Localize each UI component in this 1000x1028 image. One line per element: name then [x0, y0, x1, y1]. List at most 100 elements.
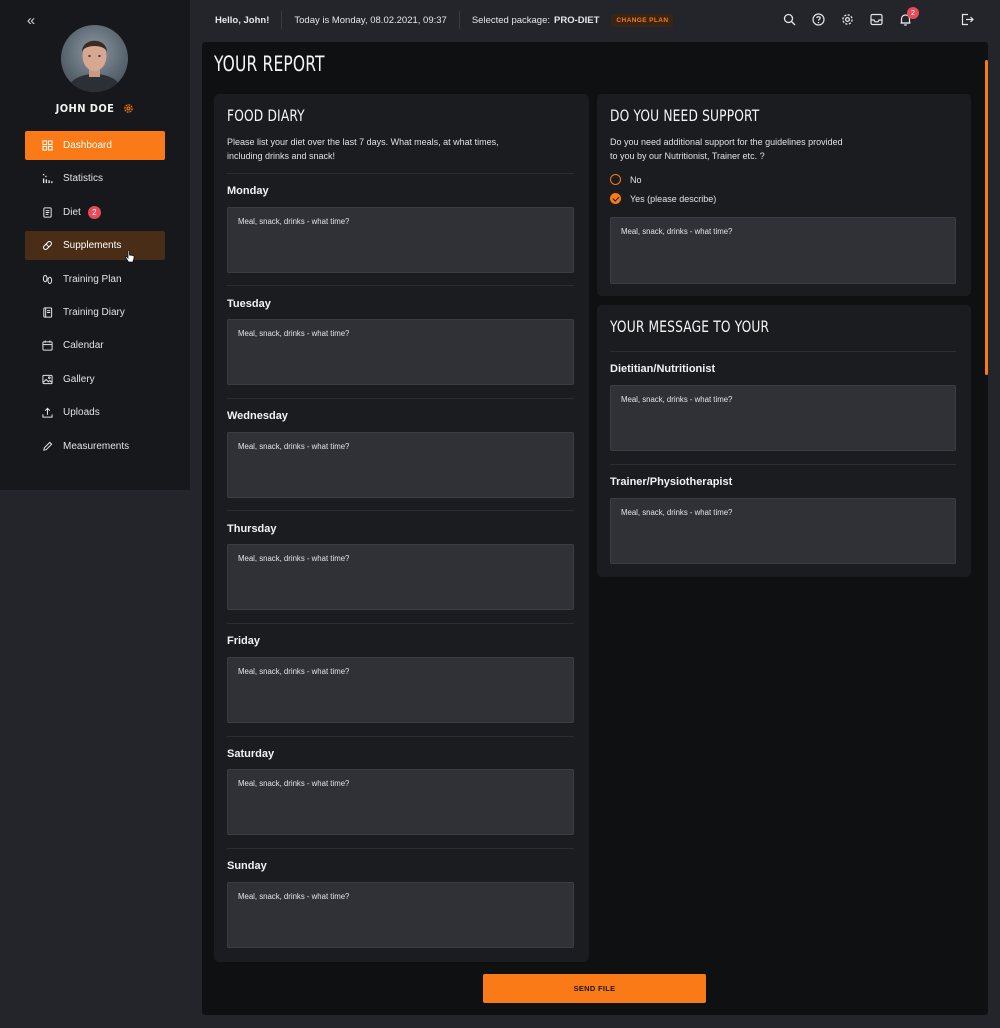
logout-icon[interactable]: [961, 13, 974, 26]
recipient-label-trainer: Trainer/Physiotherapist: [610, 476, 733, 488]
day-label-monday: Monday: [227, 185, 269, 197]
sidebar-item-calendar[interactable]: Calendar: [25, 331, 165, 360]
calendar-icon: [42, 340, 53, 351]
sidebar-item-training-plan[interactable]: Training Plan: [25, 265, 165, 294]
wednesday-textarea[interactable]: Meal, snack, drinks - what time?: [227, 432, 574, 498]
monday-textarea[interactable]: Meal, snack, drinks - what time?: [227, 207, 574, 273]
divider: [227, 736, 574, 737]
day-label-friday: Friday: [227, 635, 261, 647]
sidebar-item-measurements[interactable]: Measurements: [25, 432, 165, 461]
sidebar-item-label: Uploads: [63, 407, 100, 419]
friday-textarea[interactable]: Meal, snack, drinks - what time?: [227, 657, 574, 723]
topbar-divider: [458, 11, 460, 29]
day-label-sunday: Sunday: [227, 860, 267, 872]
divider: [610, 351, 956, 352]
support-card: DO YOU NEED SUPPORT Do you need addition…: [597, 94, 971, 296]
food-diary-description-line-1: Please list your diet over the last 7 da…: [227, 137, 499, 147]
sidebar-item-label: Calendar: [63, 340, 104, 352]
notification-count-badge: 2: [907, 7, 919, 19]
user-name: JOHN DOE: [55, 101, 115, 115]
radio-label: Yes (please describe): [630, 193, 717, 204]
package-value: PRO-DIET: [554, 14, 600, 26]
image-icon: [42, 374, 53, 384]
support-description-line-1: Do you need additional support for the g…: [610, 137, 843, 147]
inbox-icon[interactable]: [870, 13, 883, 26]
greeting: Hello, John!: [215, 14, 270, 26]
support-option-yes[interactable]: Yes (please describe): [610, 193, 716, 204]
day-label-tuesday: Tuesday: [227, 298, 271, 310]
tuesday-textarea[interactable]: Meal, snack, drinks - what time?: [227, 319, 574, 385]
sidebar-item-label: Measurements: [63, 440, 130, 452]
sidebar-item-diet[interactable]: Diet 2: [25, 198, 165, 227]
sidebar-item-label: Training Plan: [63, 273, 122, 285]
thursday-textarea[interactable]: Meal, snack, drinks - what time?: [227, 544, 574, 610]
sidebar-item-label: Statistics: [63, 173, 104, 185]
support-description-line-2: to you by our Nutritionist, Trainer etc.…: [610, 151, 765, 161]
day-label-saturday: Saturday: [227, 748, 275, 760]
user-row: JOHN DOE: [0, 100, 190, 116]
collapse-sidebar-icon[interactable]: «: [22, 12, 40, 30]
sidebar: « JOHN DOE Dashboard Statistics Diet 2 S…: [0, 0, 190, 490]
chart-icon: [42, 174, 53, 184]
sidebar-item-uploads[interactable]: Uploads: [25, 398, 165, 427]
sidebar-item-label: Supplements: [63, 240, 122, 252]
day-label-thursday: Thursday: [227, 523, 277, 535]
pencil-icon: [43, 441, 53, 451]
food-diary-card: FOOD DIARY Please list your diet over th…: [214, 94, 589, 962]
day-label-wednesday: Wednesday: [227, 410, 288, 422]
radio-no[interactable]: [610, 174, 621, 185]
divider: [227, 398, 574, 399]
current-date: Today is Monday, 08.02.2021, 09:37: [294, 14, 447, 26]
package-label: Selected package:: [471, 14, 551, 26]
sidebar-item-dashboard[interactable]: Dashboard: [25, 131, 165, 160]
sidebar-item-label: Diet: [63, 206, 81, 218]
help-icon[interactable]: [812, 13, 825, 26]
footprints-icon: [42, 274, 53, 284]
user-settings-gear-icon[interactable]: [123, 103, 134, 114]
sidebar-item-statistics[interactable]: Statistics: [25, 164, 165, 193]
divider: [610, 464, 956, 465]
hand-cursor-icon: [125, 250, 135, 263]
scrollbar-thumb[interactable]: [985, 60, 988, 375]
sidebar-item-label: Training Diary: [63, 306, 125, 318]
sidebar-item-training-diary[interactable]: Training Diary: [25, 298, 165, 327]
sidebar-item-supplements[interactable]: Supplements: [25, 231, 165, 261]
grid-icon: [42, 140, 53, 151]
page-title: YOUR REPORT: [214, 52, 325, 76]
divider: [227, 510, 574, 511]
support-description-textarea[interactable]: Meal, snack, drinks - what time?: [610, 217, 956, 284]
divider: [227, 173, 574, 174]
radio-yes-checked[interactable]: [610, 193, 621, 204]
search-icon[interactable]: [783, 13, 796, 26]
notebook-icon: [43, 307, 53, 318]
avatar[interactable]: [61, 25, 128, 92]
document-icon: [43, 207, 52, 218]
message-card: YOUR MESSAGE TO YOUR Dietitian/Nutrition…: [597, 305, 971, 577]
sunday-textarea[interactable]: Meal, snack, drinks - what time?: [227, 882, 574, 948]
trainer-message-textarea[interactable]: Meal, snack, drinks - what time?: [610, 498, 956, 564]
notifications-bell-icon[interactable]: 2: [899, 7, 919, 26]
recipient-label-dietitian: Dietitian/Nutritionist: [610, 363, 716, 375]
support-option-no[interactable]: No: [610, 174, 642, 185]
food-diary-description-line-2: including drinks and snack!: [227, 151, 336, 161]
sidebar-nav: Dashboard Statistics Diet 2 Supplements …: [25, 131, 165, 465]
saturday-textarea[interactable]: Meal, snack, drinks - what time?: [227, 769, 574, 835]
divider: [227, 285, 574, 286]
divider: [227, 848, 574, 849]
radio-label: No: [630, 174, 642, 185]
gear-icon[interactable]: [841, 13, 854, 26]
upload-icon: [42, 407, 53, 418]
sidebar-item-gallery[interactable]: Gallery: [25, 365, 165, 394]
sidebar-item-label: Gallery: [63, 373, 95, 385]
change-plan-button[interactable]: CHANGE PLAN: [611, 13, 674, 27]
support-title: DO YOU NEED SUPPORT: [610, 106, 760, 125]
message-title: YOUR MESSAGE TO YOUR: [610, 317, 770, 336]
send-file-button[interactable]: SEND FILE: [483, 974, 706, 1003]
food-diary-title: FOOD DIARY: [227, 106, 305, 125]
topbar: Hello, John! Today is Monday, 08.02.2021…: [190, 0, 1000, 40]
pill-icon: [43, 241, 52, 251]
dietitian-message-textarea[interactable]: Meal, snack, drinks - what time?: [610, 385, 956, 451]
divider: [227, 623, 574, 624]
topbar-divider: [281, 11, 283, 29]
diet-count-badge: 2: [87, 205, 101, 219]
